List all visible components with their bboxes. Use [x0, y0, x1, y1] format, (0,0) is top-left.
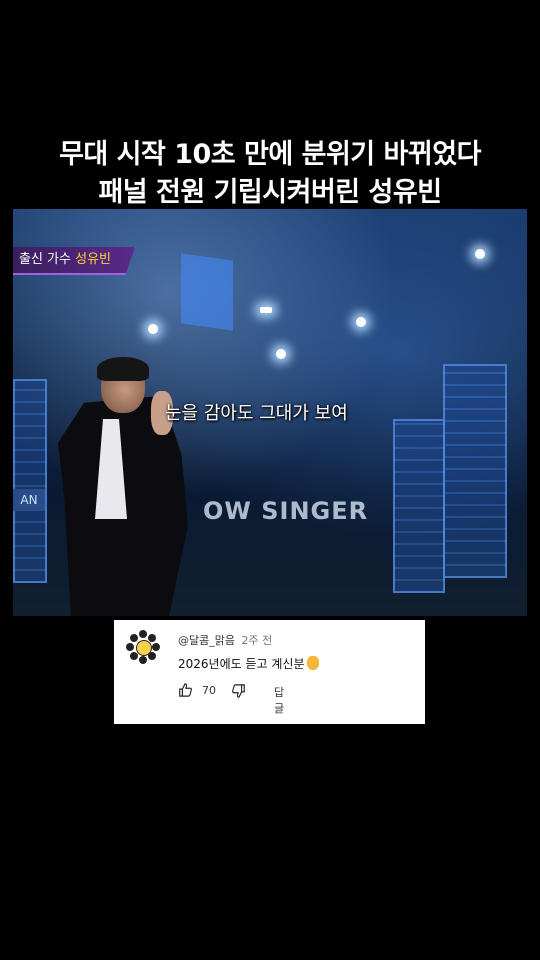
singer-caption-badge: 출신 가수 성유빈 [13, 247, 136, 275]
stage-building [393, 419, 445, 593]
video-subtitle: 눈을 감아도 그대가 보여 [165, 403, 348, 424]
like-count: 70 [202, 684, 216, 697]
thumbs-up-icon[interactable] [178, 683, 192, 697]
stage-light [276, 349, 286, 359]
video-frame[interactable]: OW SINGER AN 출신 가수 성유빈 눈을 감아도 그대가 보여 [13, 209, 527, 616]
stage-banner: OW SINGER [203, 497, 369, 525]
comment-body: 2026년에도 듣고 계신분 [178, 657, 305, 671]
caption-name: 성유빈 [75, 252, 112, 267]
comment-card: @달콤_맑음 2주 전 2026년에도 듣고 계신분 70 답글 [114, 620, 425, 724]
comment-meta: @달콤_맑음 2주 전 [178, 632, 272, 648]
comment-time: 2주 전 [241, 634, 273, 647]
raised-hand-emoji [306, 656, 319, 670]
stage-building [13, 379, 47, 583]
comment-author[interactable]: @달콤_맑음 [178, 634, 235, 647]
singer-hair [97, 357, 149, 381]
headline-line-2: 패널 전원 기립시켜버린 성유빈 [98, 177, 442, 208]
stage-light [148, 324, 158, 334]
stage-light [356, 317, 366, 327]
caption-prefix: 출신 가수 [19, 252, 71, 267]
comment-text: 2026년에도 듣고 계신분 [178, 655, 319, 672]
stage-screen [181, 253, 233, 331]
reply-button[interactable]: 답글 [274, 684, 284, 716]
headline-line-1: 무대 시작 10초 만에 분위기 바뀌었다 [59, 139, 481, 170]
thumbs-down-icon[interactable] [232, 684, 246, 698]
stage-building [443, 364, 507, 578]
stage-light [260, 307, 272, 313]
stage-side-sign: AN [13, 489, 45, 511]
flower-avatar-icon[interactable] [126, 630, 160, 664]
stage-light [475, 249, 485, 259]
